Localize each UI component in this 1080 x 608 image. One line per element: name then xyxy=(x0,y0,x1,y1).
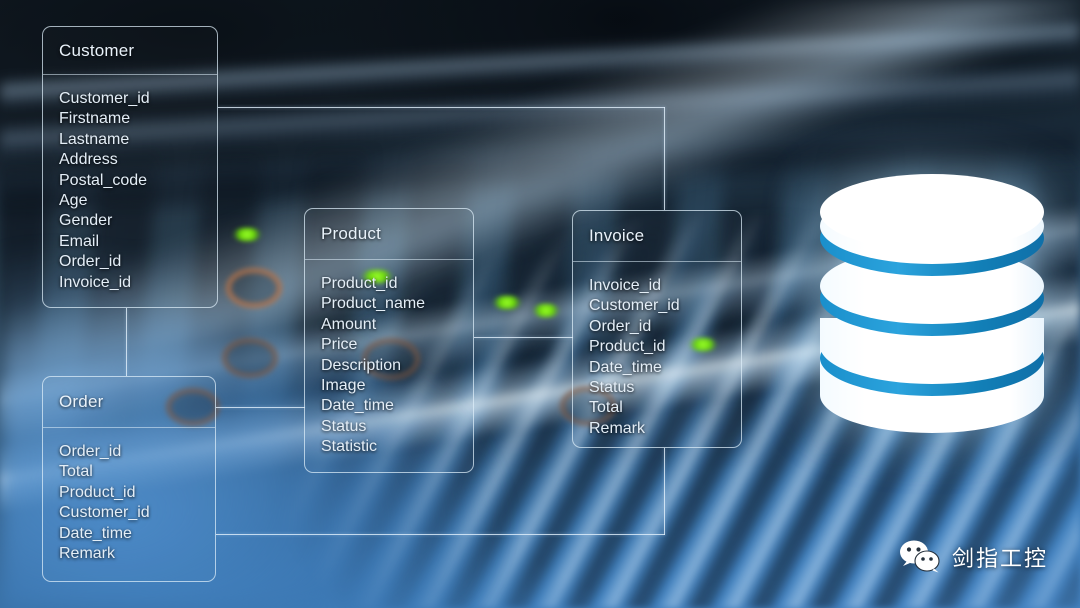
entity-invoice[interactable]: Invoice Invoice_id Customer_id Order_id … xyxy=(572,210,742,448)
connector-customer-invoice-vertical xyxy=(664,107,665,210)
watermark: 剑指工控 xyxy=(898,540,1048,574)
field-row: Product_id xyxy=(589,338,666,356)
field-row: Invoice_id xyxy=(589,277,662,294)
entity-product-title: Product xyxy=(321,224,381,243)
field-row: Remark xyxy=(59,545,116,563)
entity-order[interactable]: Order Order_id Total Product_id Customer… xyxy=(42,376,216,582)
field-row: Address xyxy=(59,151,118,169)
entity-customer-title: Customer xyxy=(59,40,135,60)
field-row: Status xyxy=(589,379,635,397)
field-row: Order_id xyxy=(59,253,122,271)
field-row: Date_time xyxy=(321,397,394,415)
field-row: Lastname xyxy=(59,130,130,148)
wechat-icon xyxy=(900,540,940,573)
field-row: Customer_id xyxy=(59,504,150,522)
field-row: Date_time xyxy=(589,358,662,376)
field-row: Order_id xyxy=(589,317,652,335)
field-row: Email xyxy=(59,232,100,250)
connector-invoice-order-vertical xyxy=(664,448,665,535)
field-row: Invoice_id xyxy=(59,273,132,291)
entity-customer-header: Customer xyxy=(43,27,217,75)
field-row: Age xyxy=(59,192,88,210)
database-cylinder-icon xyxy=(820,174,1044,433)
entity-customer[interactable]: Customer Customer_id Firstname Lastname … xyxy=(42,26,218,308)
field-row: Statistic xyxy=(321,438,378,456)
field-row: Price xyxy=(321,336,358,354)
field-row: Product_id xyxy=(59,483,136,501)
connector-product-invoice xyxy=(474,337,573,338)
field-row: Order_id xyxy=(59,443,122,460)
connector-customer-order xyxy=(126,308,127,376)
connector-order-product xyxy=(216,407,305,408)
field-row: Customer_id xyxy=(589,297,680,315)
connector-customer-invoice-horizontal xyxy=(218,107,665,108)
entity-order-fields: Order_id Total Product_id Customer_id Da… xyxy=(43,428,215,574)
field-row: Image xyxy=(321,377,366,395)
field-row: Firstname xyxy=(59,110,131,128)
field-row: Product_name xyxy=(321,295,426,313)
entity-invoice-fields: Invoice_id Customer_id Order_id Product_… xyxy=(573,262,741,449)
field-row: Date_time xyxy=(59,524,132,542)
field-row: Product_id xyxy=(321,275,398,292)
field-row: Amount xyxy=(321,315,377,333)
screenshot-root: Customer Customer_id Firstname Lastname … xyxy=(0,0,1080,608)
entity-order-title: Order xyxy=(59,392,104,411)
entity-invoice-title: Invoice xyxy=(589,226,645,245)
field-row: Remark xyxy=(589,419,646,437)
entity-order-header: Order xyxy=(43,377,215,428)
field-row: Gender xyxy=(59,212,113,230)
field-row: Postal_code xyxy=(59,171,148,189)
entity-product[interactable]: Product Product_id Product_name Amount P… xyxy=(304,208,474,473)
field-row: Description xyxy=(321,356,402,374)
field-row: Status xyxy=(321,417,367,435)
watermark-text: 剑指工控 xyxy=(952,547,1049,572)
entity-customer-fields: Customer_id Firstname Lastname Address P… xyxy=(43,75,217,303)
field-row: Total xyxy=(59,463,93,481)
entity-product-fields: Product_id Product_name Amount Price Des… xyxy=(305,260,473,468)
field-row: Total xyxy=(589,399,623,417)
entity-invoice-header: Invoice xyxy=(573,211,741,262)
field-row: Customer_id xyxy=(59,90,150,107)
entity-product-header: Product xyxy=(305,209,473,260)
connector-invoice-order-horizontal xyxy=(216,534,665,535)
